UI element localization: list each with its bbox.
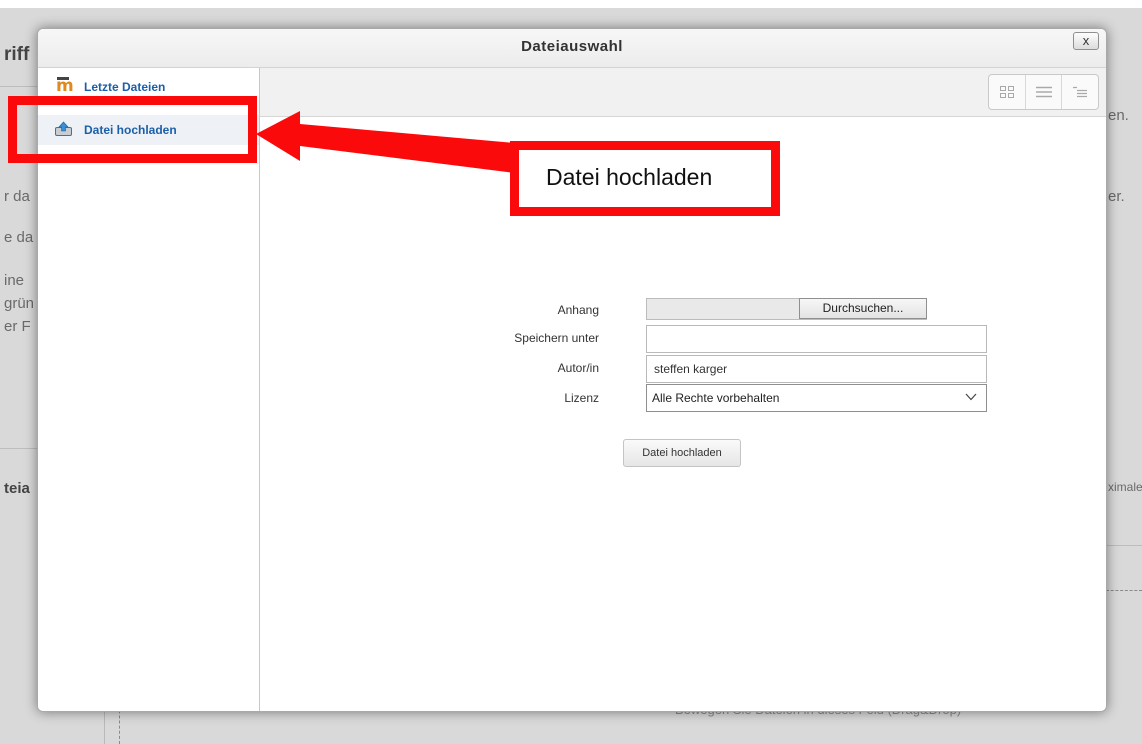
license-selected-value: Alle Rechte vorbehalten (652, 391, 780, 405)
tree-view-button[interactable] (1062, 75, 1098, 109)
save-as-input[interactable] (646, 325, 987, 353)
dialog-title: Dateiauswahl (521, 38, 623, 55)
top-strip (0, 0, 1142, 8)
bg-divider (0, 448, 37, 449)
bg-divider (0, 86, 37, 87)
picker-toolbar (260, 68, 1106, 117)
chevron-down-icon (965, 393, 977, 401)
bg-dropzone-edge (1106, 590, 1142, 591)
tree-view-icon (1073, 86, 1088, 97)
view-switcher (988, 74, 1099, 110)
close-button[interactable]: x (1073, 32, 1099, 50)
list-view-button[interactable] (1026, 75, 1063, 109)
moodle-icon: m (56, 76, 74, 96)
bg-text-fragment: e da (4, 229, 34, 246)
close-icon: x (1082, 33, 1090, 48)
license-select[interactable]: Alle Rechte vorbehalten (646, 384, 987, 412)
bg-divider (1106, 545, 1142, 546)
list-view-icon (1035, 86, 1052, 98)
bg-text-fragment: er F (4, 318, 31, 335)
upload-file-button[interactable]: Datei hochladen (623, 439, 741, 467)
icons-view-button[interactable] (989, 75, 1026, 109)
bg-text-fragment: ximale (1108, 480, 1142, 494)
sidebar-item-label: Letzte Dateien (84, 80, 166, 94)
bg-heading-fragment: riff (4, 44, 30, 65)
repository-sidebar: m Letzte Dateien Datei hochladen (38, 68, 260, 711)
save-as-label: Speichern unter (514, 331, 599, 345)
author-label: Autor/in (557, 361, 599, 375)
bg-text-fragment: er. (1108, 188, 1125, 205)
highlight-box (8, 96, 257, 163)
bg-text-fragment: ine (4, 272, 25, 289)
callout-text: Datei hochladen (546, 164, 713, 190)
icons-view-icon (999, 86, 1014, 98)
bg-text-fragment: en. (1108, 107, 1129, 124)
bg-text-fragment: grün (4, 295, 35, 312)
author-input[interactable]: steffen karger (646, 355, 987, 383)
license-label: Lizenz (564, 391, 599, 405)
attachment-label: Anhang (557, 303, 599, 317)
bg-heading-fragment: teia (4, 480, 30, 497)
dialog-header: Dateiauswahl x (38, 29, 1106, 68)
browse-button[interactable]: Durchsuchen... (799, 298, 927, 319)
bg-text-fragment: r da (4, 188, 30, 205)
